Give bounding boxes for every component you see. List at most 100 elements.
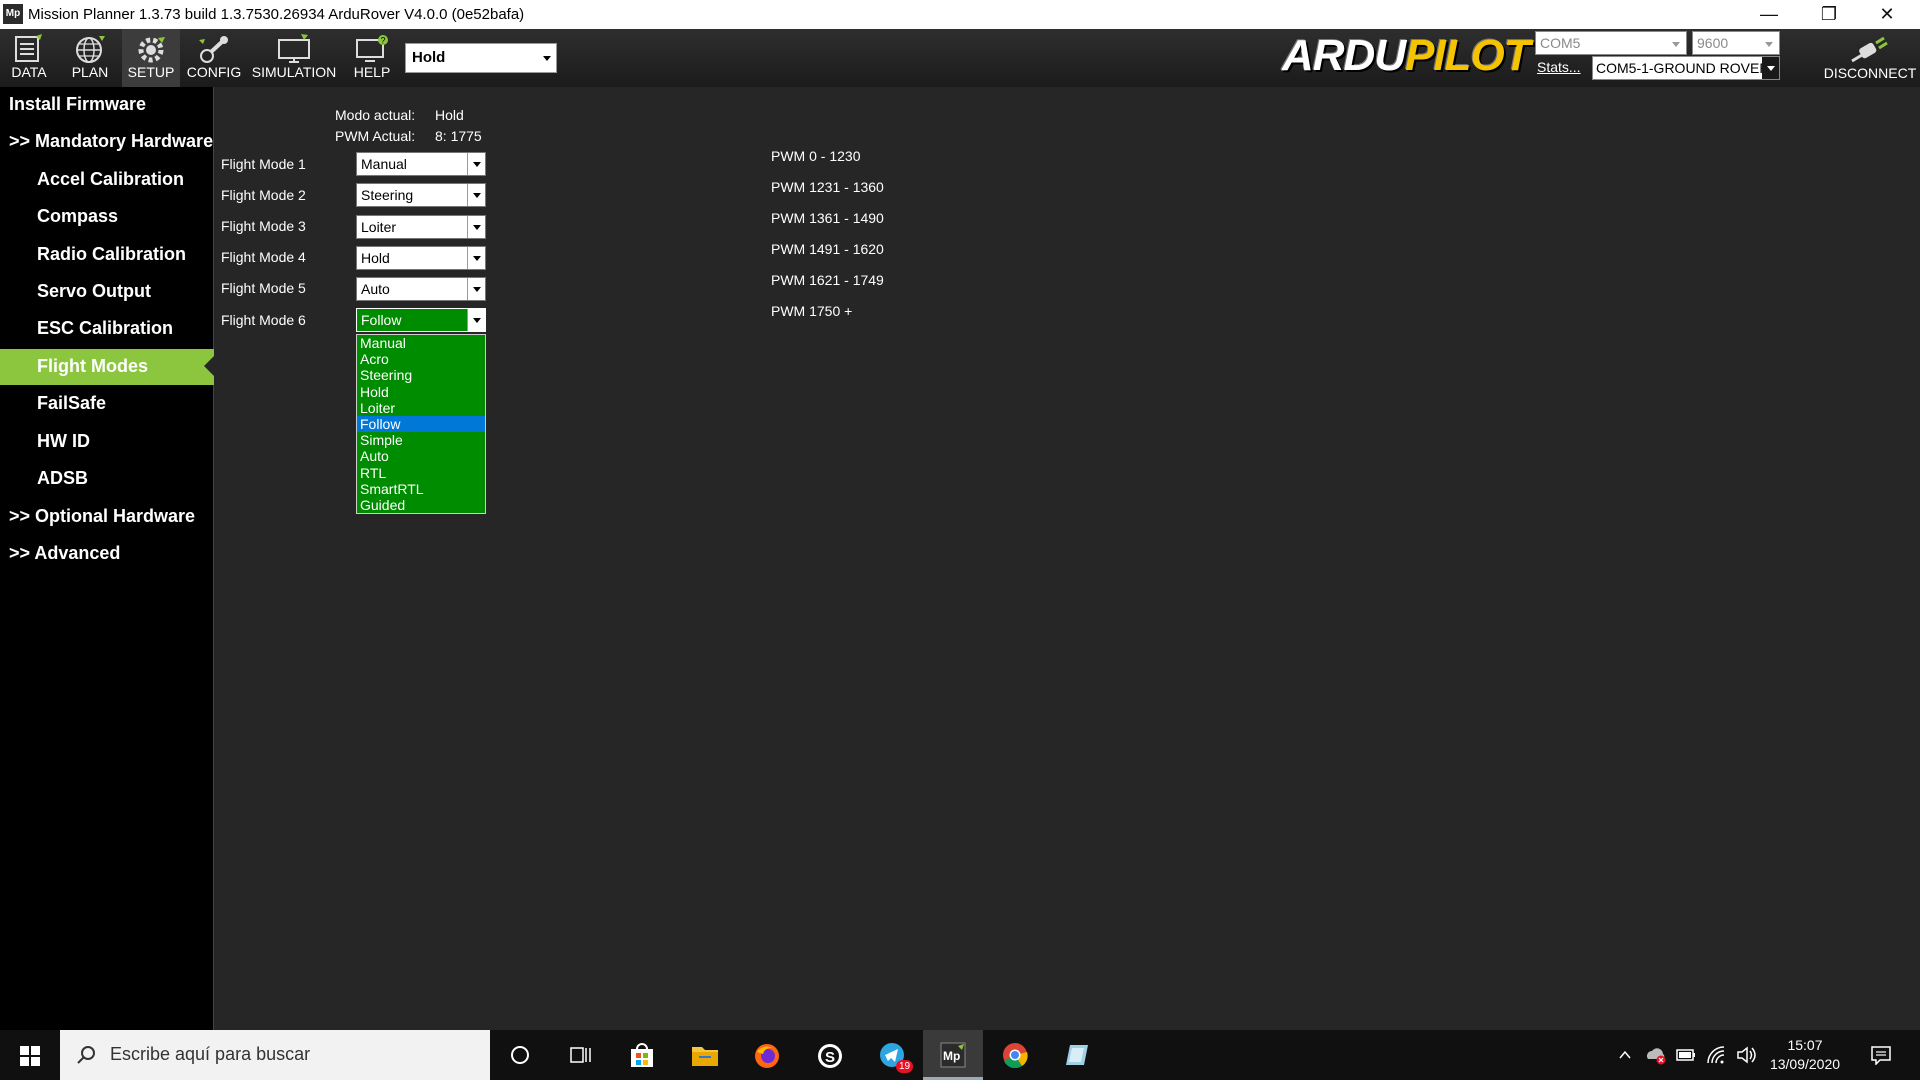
dropdown-option-manual[interactable]: Manual bbox=[357, 335, 485, 351]
taskbar-app-notes[interactable] bbox=[1047, 1030, 1107, 1080]
taskbar-store[interactable] bbox=[612, 1030, 672, 1080]
stats-link[interactable]: Stats... bbox=[1537, 59, 1581, 75]
help-button[interactable]: ? HELP bbox=[340, 29, 404, 87]
baud-rate-select[interactable]: 9600 bbox=[1692, 31, 1780, 55]
taskbar-firefox[interactable] bbox=[737, 1030, 797, 1080]
simulation-label: SIMULATION bbox=[251, 64, 337, 80]
dropdown-option-acro[interactable]: Acro bbox=[357, 351, 485, 367]
skype-style-icon: S bbox=[818, 1044, 842, 1068]
folder-icon bbox=[692, 1047, 718, 1066]
notifications-icon[interactable] bbox=[1870, 1045, 1892, 1065]
setup-button[interactable]: SETUP bbox=[122, 29, 180, 87]
sidebar-item-adsb[interactable]: ADSB bbox=[0, 461, 214, 495]
data-label: DATA bbox=[11, 64, 47, 80]
flight-mode-1-select[interactable]: Manual bbox=[356, 152, 486, 176]
flight-mode-select[interactable]: Hold bbox=[405, 43, 557, 73]
dropdown-option-steering[interactable]: Steering bbox=[357, 367, 485, 383]
maximize-button[interactable]: ❐ bbox=[1800, 0, 1858, 29]
minimize-button[interactable]: — bbox=[1740, 0, 1798, 29]
plan-button[interactable]: PLAN bbox=[58, 29, 122, 87]
flight-mode-2-select[interactable]: Steering bbox=[356, 183, 486, 207]
onedrive-error-icon[interactable] bbox=[1645, 1045, 1667, 1065]
flight-mode-4-select[interactable]: Hold bbox=[356, 246, 486, 270]
cortana-circle-icon bbox=[511, 1046, 529, 1064]
data-icon bbox=[15, 34, 42, 62]
cortana-button[interactable] bbox=[490, 1030, 550, 1080]
close-button[interactable]: ✕ bbox=[1858, 0, 1916, 29]
start-button[interactable] bbox=[0, 1030, 60, 1080]
simulation-button[interactable]: SIMULATION bbox=[248, 29, 340, 87]
plug-icon bbox=[1851, 37, 1888, 63]
com-port-select[interactable]: COM5 bbox=[1535, 31, 1687, 55]
setup-label: SETUP bbox=[127, 64, 175, 80]
flight-mode-6-select[interactable]: Follow bbox=[356, 308, 486, 332]
flight-mode-2-pwm: PWM 1231 - 1360 bbox=[771, 179, 884, 195]
clock-date: 13/09/2020 bbox=[1769, 1056, 1841, 1072]
sidebar-item-esc-calibration[interactable]: ESC Calibration bbox=[0, 311, 214, 345]
sidebar-item-accel-calibration[interactable]: Accel Calibration bbox=[0, 162, 214, 196]
store-icon bbox=[631, 1043, 653, 1067]
sidebar-item-advanced[interactable]: >> Advanced bbox=[0, 536, 214, 570]
sidebar-item-radio-calibration[interactable]: Radio Calibration bbox=[0, 237, 214, 271]
svg-text:?: ? bbox=[381, 36, 386, 46]
window-title-bar: Mp Mission Planner 1.3.73 build 1.3.7530… bbox=[0, 0, 1920, 29]
window-title: Mission Planner 1.3.73 build 1.3.7530.26… bbox=[28, 6, 525, 23]
sidebar-item-hw-id[interactable]: HW ID bbox=[0, 424, 214, 458]
task-view-button[interactable] bbox=[550, 1030, 610, 1080]
taskbar-chrome[interactable] bbox=[985, 1030, 1045, 1080]
flight-mode-5-select[interactable]: Auto bbox=[356, 277, 486, 301]
dropdown-option-hold[interactable]: Hold bbox=[357, 384, 485, 400]
data-button[interactable]: DATA bbox=[0, 29, 58, 87]
wifi-icon[interactable] bbox=[1706, 1045, 1726, 1065]
sidebar-item-mandatory-hardware[interactable]: >> Mandatory Hardware bbox=[0, 124, 214, 158]
chevron-down-icon bbox=[467, 247, 485, 269]
chevron-up-icon[interactable] bbox=[1618, 1048, 1632, 1062]
help-monitor-icon: ? bbox=[356, 35, 388, 62]
flight-mode-5-pwm: PWM 1621 - 1749 bbox=[771, 272, 884, 288]
chevron-down-icon bbox=[467, 153, 485, 175]
sidebar-item-failsafe[interactable]: FailSafe bbox=[0, 386, 214, 420]
link-select[interactable]: COM5-1-GROUND ROVER bbox=[1592, 56, 1780, 80]
flight-mode-2-value: Steering bbox=[361, 187, 414, 203]
ardupilot-logo: ARDUPILOT bbox=[1282, 33, 1532, 79]
mission-planner-icon: Mp bbox=[940, 1042, 966, 1068]
flight-mode-select-value: Hold bbox=[412, 49, 446, 66]
sidebar-item-servo-output[interactable]: Servo Output bbox=[0, 274, 214, 308]
help-label: HELP bbox=[353, 64, 391, 80]
dropdown-option-auto[interactable]: Auto bbox=[357, 448, 485, 464]
taskbar-app-s[interactable]: S bbox=[800, 1030, 860, 1080]
volume-icon[interactable] bbox=[1736, 1045, 1756, 1065]
flight-mode-4-label: Flight Mode 4 bbox=[221, 249, 306, 265]
setup-sidebar: Install Firmware >> Mandatory Hardware A… bbox=[0, 87, 214, 1030]
pwm-actual-label: PWM Actual: bbox=[335, 128, 416, 144]
pwm-actual-value: 8: 1775 bbox=[435, 128, 482, 144]
taskbar-mission-planner[interactable]: Mp bbox=[923, 1030, 983, 1080]
system-clock[interactable]: 15:07 13/09/2020 bbox=[1765, 1036, 1845, 1074]
chevron-down-icon bbox=[1672, 42, 1680, 47]
notes-app-icon bbox=[1066, 1045, 1088, 1065]
dropdown-option-loiter[interactable]: Loiter bbox=[357, 400, 485, 416]
sidebar-item-compass[interactable]: Compass bbox=[0, 199, 214, 233]
config-button[interactable]: CONFIG bbox=[180, 29, 248, 87]
windows-taskbar: Escribe aquí para buscar S 19 Mp 15:07 1… bbox=[0, 1030, 1920, 1080]
flight-mode-6-pwm: PWM 1750 + bbox=[771, 303, 853, 319]
taskbar-file-explorer[interactable] bbox=[675, 1030, 735, 1080]
sidebar-item-flight-modes[interactable]: Flight Modes bbox=[0, 349, 214, 385]
sidebar-item-install-firmware[interactable]: Install Firmware bbox=[0, 87, 214, 121]
taskbar-search-box[interactable]: Escribe aquí para buscar bbox=[60, 1030, 490, 1080]
svg-text:Mp: Mp bbox=[943, 1049, 960, 1063]
search-icon bbox=[77, 1046, 95, 1064]
dropdown-option-follow[interactable]: Follow bbox=[357, 415, 485, 433]
sidebar-item-optional-hardware[interactable]: >> Optional Hardware bbox=[0, 499, 214, 533]
taskbar-telegram[interactable]: 19 bbox=[862, 1030, 922, 1080]
flight-mode-3-value: Loiter bbox=[361, 219, 397, 235]
chevron-down-icon bbox=[467, 184, 485, 206]
flight-mode-3-select[interactable]: Loiter bbox=[356, 215, 486, 239]
dropdown-option-rtl[interactable]: RTL bbox=[357, 465, 485, 481]
dropdown-option-simple[interactable]: Simple bbox=[357, 432, 485, 448]
disconnect-button[interactable]: DISCONNECT bbox=[1820, 29, 1920, 87]
battery-icon[interactable] bbox=[1676, 1047, 1696, 1063]
flight-mode-1-value: Manual bbox=[361, 156, 407, 172]
dropdown-option-smartrtl[interactable]: SmartRTL bbox=[357, 481, 485, 497]
dropdown-option-guided[interactable]: Guided bbox=[357, 497, 485, 513]
